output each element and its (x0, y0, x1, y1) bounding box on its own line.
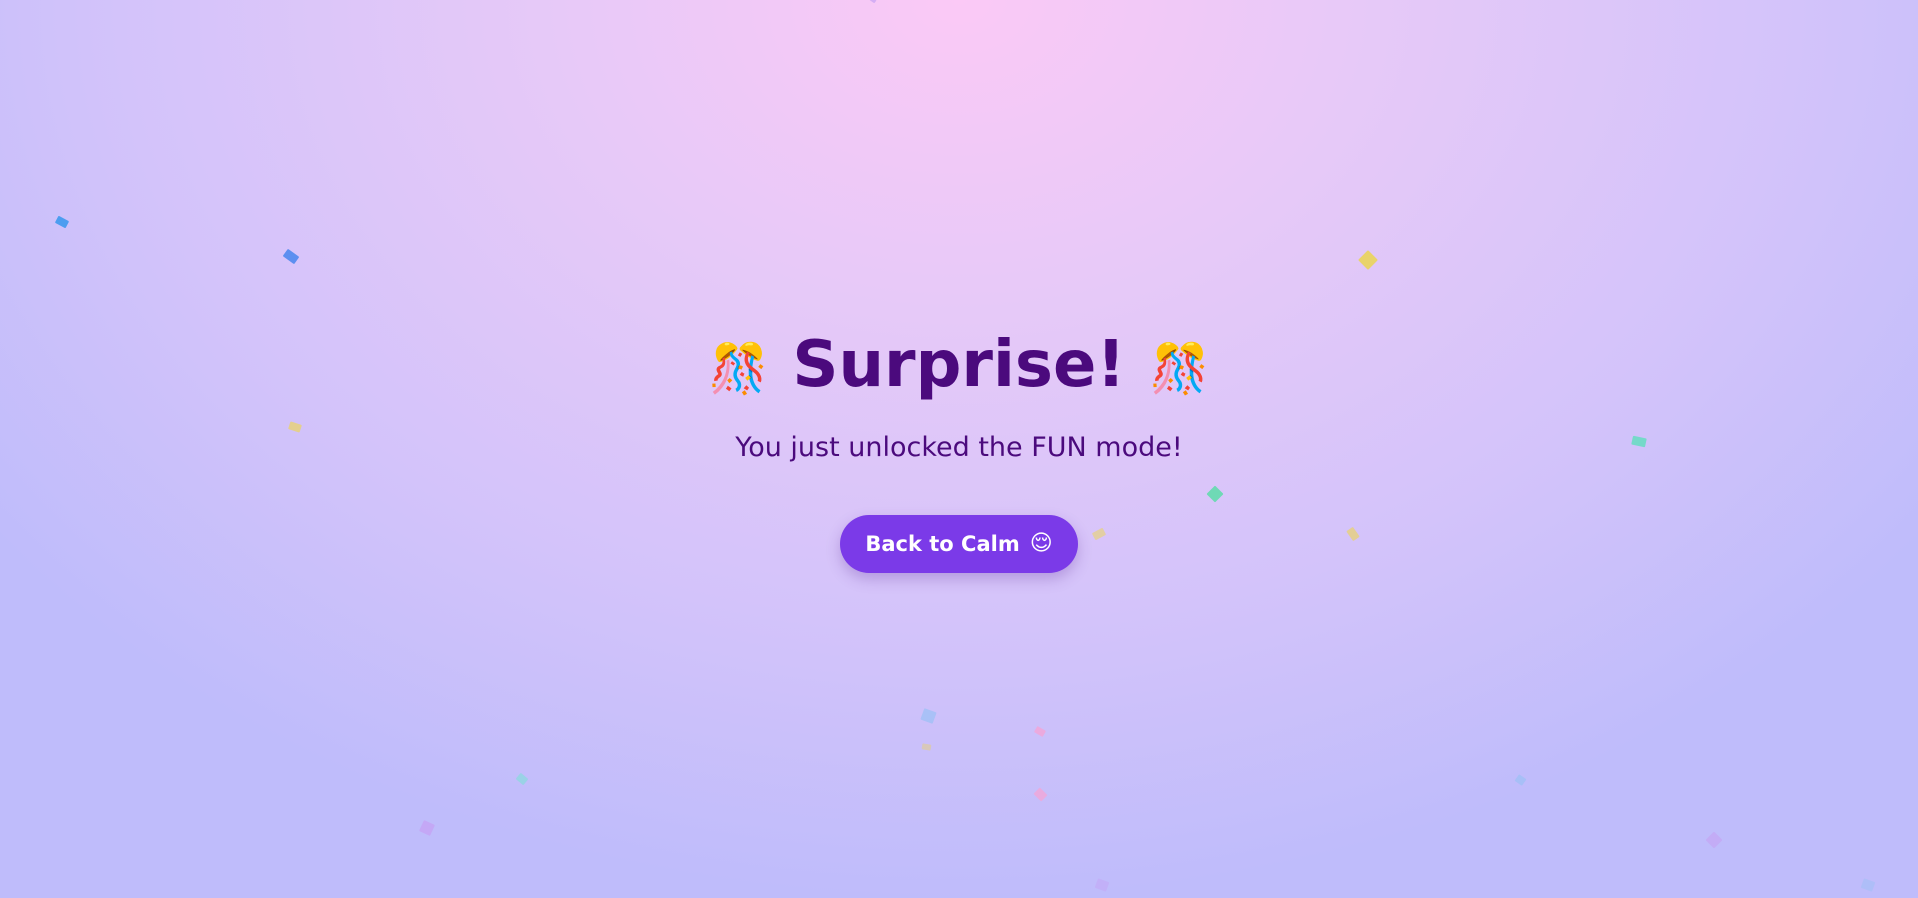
confetti-piece (419, 820, 435, 836)
party-popper-icon: 🎊 (1149, 341, 1210, 397)
confetti-piece (1514, 774, 1527, 786)
subtitle: You just unlocked the FUN mode! (735, 432, 1183, 463)
confetti-piece (282, 248, 300, 265)
confetti-piece (921, 743, 932, 751)
title-text: Surprise! (792, 328, 1126, 402)
back-to-calm-button[interactable]: Back to Calm 😌 (840, 515, 1078, 573)
party-popper-icon: 🎊 (708, 341, 769, 397)
confetti-piece (1033, 725, 1047, 738)
confetti-piece (920, 708, 937, 724)
confetti-piece (515, 772, 529, 786)
confetti-piece (1094, 878, 1110, 892)
confetti-piece (1705, 831, 1723, 849)
confetti-piece (1860, 878, 1876, 892)
confetti-piece (1033, 787, 1048, 802)
confetti-piece (869, 0, 877, 4)
page-title: 🎊 Surprise! 🎊 (709, 320, 1210, 410)
back-to-calm-label: Back to Calm (865, 532, 1020, 556)
confetti-piece (1358, 250, 1378, 270)
relieved-face-icon: 😌 (1029, 531, 1053, 556)
confetti-piece (54, 215, 70, 229)
fun-mode-hero: 🎊 Surprise! 🎊 You just unlocked the FUN … (0, 320, 1918, 573)
